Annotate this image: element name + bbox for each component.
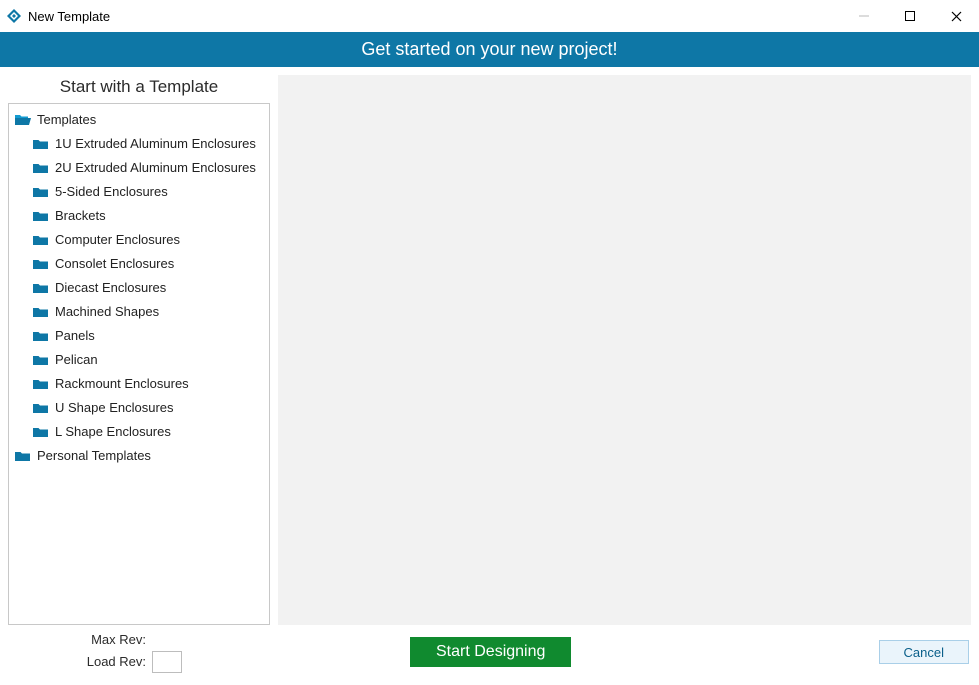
folder-icon [33, 305, 49, 319]
tree-item[interactable]: Consolet Enclosures [11, 252, 267, 276]
tree-item[interactable]: Rackmount Enclosures [11, 372, 267, 396]
tree-item[interactable]: U Shape Enclosures [11, 396, 267, 420]
folder-icon [33, 209, 49, 223]
folder-open-icon [15, 113, 31, 127]
folder-icon [33, 137, 49, 151]
maximize-button[interactable] [887, 0, 933, 32]
folder-icon [33, 425, 49, 439]
panel-title: Start with a Template [8, 75, 270, 103]
app-icon [6, 8, 22, 24]
tree-item[interactable]: Computer Enclosures [11, 228, 267, 252]
folder-icon [33, 233, 49, 247]
start-designing-button[interactable]: Start Designing [410, 637, 571, 667]
footer: Max Rev: Load Rev: Start Designing Cance… [0, 625, 979, 685]
folder-icon [33, 161, 49, 175]
tree-node-label: 1U Extruded Aluminum Enclosures [55, 134, 256, 154]
tree-item[interactable]: 2U Extruded Aluminum Enclosures [11, 156, 267, 180]
tree-item[interactable]: 5-Sided Enclosures [11, 180, 267, 204]
template-tree[interactable]: Templates 1U Extruded Aluminum Enclosure… [8, 103, 270, 625]
tree-item[interactable]: Machined Shapes [11, 300, 267, 324]
tree-node-label: L Shape Enclosures [55, 422, 171, 442]
tree-root-personal[interactable]: Personal Templates [11, 444, 267, 468]
max-rev-label: Max Rev: [91, 632, 146, 647]
tree-item[interactable]: Brackets [11, 204, 267, 228]
tree-item[interactable]: L Shape Enclosures [11, 420, 267, 444]
tree-node-label: 2U Extruded Aluminum Enclosures [55, 158, 256, 178]
tree-node-label: Computer Enclosures [55, 230, 180, 250]
tree-node-label: Brackets [55, 206, 106, 226]
tree-node-label: Rackmount Enclosures [55, 374, 189, 394]
folder-icon [33, 329, 49, 343]
tree-node-label: Machined Shapes [55, 302, 159, 322]
tree-root-templates[interactable]: Templates [11, 108, 267, 132]
tree-node-label: Panels [55, 326, 95, 346]
folder-icon [33, 353, 49, 367]
tree-item[interactable]: Pelican [11, 348, 267, 372]
tree-node-label: Diecast Enclosures [55, 278, 166, 298]
tree-item[interactable]: Diecast Enclosures [11, 276, 267, 300]
folder-icon [33, 257, 49, 271]
tree-node-label: Personal Templates [37, 446, 151, 466]
banner-text: Get started on your new project! [361, 39, 617, 60]
preview-area [278, 75, 971, 625]
load-rev-input[interactable] [152, 651, 182, 673]
tree-node-label: U Shape Enclosures [55, 398, 174, 418]
folder-icon [33, 401, 49, 415]
cancel-button[interactable]: Cancel [879, 640, 969, 664]
window-title: New Template [28, 9, 110, 24]
banner: Get started on your new project! [0, 32, 979, 67]
load-rev-label: Load Rev: [87, 654, 146, 669]
folder-icon [33, 377, 49, 391]
minimize-button[interactable] [841, 0, 887, 32]
tree-node-label: Consolet Enclosures [55, 254, 174, 274]
folder-icon [15, 449, 31, 463]
close-button[interactable] [933, 0, 979, 32]
tree-node-label: Pelican [55, 350, 98, 370]
folder-icon [33, 185, 49, 199]
tree-item[interactable]: Panels [11, 324, 267, 348]
titlebar: New Template [0, 0, 979, 32]
tree-node-label: Templates [37, 110, 96, 130]
tree-node-label: 5-Sided Enclosures [55, 182, 168, 202]
tree-item[interactable]: 1U Extruded Aluminum Enclosures [11, 132, 267, 156]
folder-icon [33, 281, 49, 295]
